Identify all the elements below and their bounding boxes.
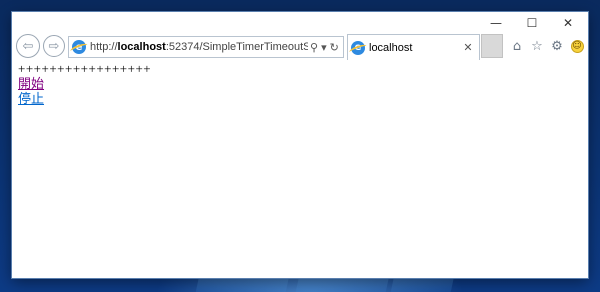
ie-logo-icon: e (72, 40, 86, 54)
url-host: localhost (117, 41, 166, 53)
tab-favicon-icon: e (351, 40, 365, 55)
page-content: +++++++++++++++++ 開始 停止 (18, 62, 578, 272)
gear-icon[interactable]: ⚙ (549, 38, 565, 54)
tab-close-icon[interactable]: ✕ (461, 41, 475, 54)
close-window-button[interactable]: ✕ (554, 14, 582, 32)
star-icon[interactable]: ☆ (529, 38, 545, 54)
chevron-down-icon[interactable]: ▾ (321, 41, 327, 54)
refresh-icon[interactable]: ↻ (330, 41, 339, 54)
forward-arrow-icon: ⇨ (48, 38, 60, 54)
back-button[interactable]: ⇦ (16, 34, 40, 58)
forward-button[interactable]: ⇨ (43, 35, 65, 57)
url-prefix: http:// (90, 41, 118, 53)
start-link[interactable]: 開始 (18, 76, 578, 91)
smiley-feedback-button[interactable]: ☺ (569, 38, 585, 54)
new-tab-button[interactable] (481, 34, 503, 58)
url-path: :52374/SimpleTimerTimeoutStartStop (165, 41, 308, 53)
timer-output-text: +++++++++++++++++ (18, 61, 152, 76)
maximize-button[interactable]: ☐ (518, 14, 546, 32)
search-icon[interactable]: ⚲ (310, 41, 318, 54)
back-arrow-icon: ⇦ (22, 38, 34, 54)
minimize-button[interactable]: — (482, 14, 510, 32)
address-bar[interactable]: e http://localhost:52374/SimpleTimerTime… (68, 36, 344, 58)
smiley-icon: ☺ (570, 39, 584, 53)
title-bar: — ☐ ✕ (12, 12, 588, 34)
tab-title: localhost (369, 41, 413, 54)
tab-localhost[interactable]: e localhost ✕ (347, 34, 480, 60)
browser-window: — ☐ ✕ ⇦ ⇨ e http://localhost:52374/Simpl… (12, 12, 588, 278)
home-icon[interactable]: ⌂ (509, 38, 525, 54)
stop-link[interactable]: 停止 (18, 91, 578, 106)
url-text[interactable]: http://localhost:52374/SimpleTimerTimeou… (90, 41, 308, 53)
navigation-bar: ⇦ ⇨ e http://localhost:52374/SimpleTimer… (12, 32, 588, 62)
